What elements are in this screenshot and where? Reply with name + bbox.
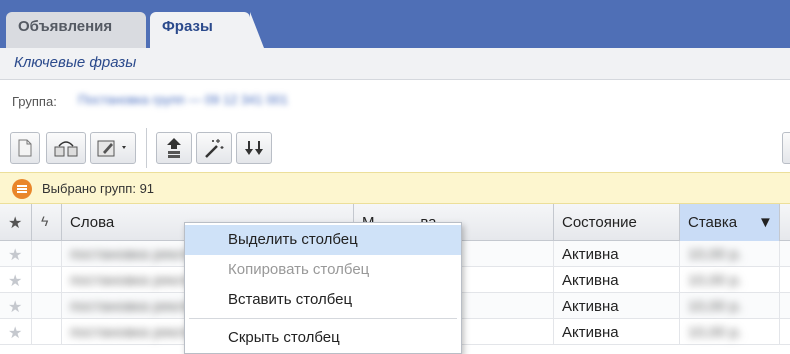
- edit-icon: [97, 140, 126, 157]
- tab-ads[interactable]: Объявления: [6, 12, 146, 48]
- move-down-button[interactable]: [236, 132, 272, 164]
- sort-desc-icon: ▼: [758, 214, 773, 231]
- move-down-icon: [245, 141, 263, 155]
- group-link[interactable]: Постановка групп — 09 12 341 001: [78, 92, 288, 107]
- new-icon: [18, 139, 32, 157]
- menu-copy-column[interactable]: Копировать столбец: [185, 255, 461, 285]
- group-line: Группа: Постановка групп — 09 12 341 001: [0, 80, 790, 124]
- section-header: Ключевые фразы: [0, 48, 790, 80]
- col-bid[interactable]: Ставка ▼: [680, 204, 780, 241]
- col-status[interactable]: Состояние: [554, 204, 680, 241]
- edit-button[interactable]: [90, 132, 136, 164]
- menu-hide-column[interactable]: Скрыть столбец: [185, 323, 461, 353]
- col-lightning[interactable]: ϟ: [32, 204, 62, 241]
- list-icon: [12, 179, 32, 199]
- new-button[interactable]: [10, 132, 40, 164]
- move-up-button[interactable]: [156, 132, 192, 164]
- magic-wand-icon: [205, 139, 224, 158]
- selection-count: Выбрано групп: 91: [42, 181, 155, 196]
- group-label: Группа:: [12, 94, 57, 109]
- lightning-icon: ϟ: [41, 213, 49, 229]
- col-star[interactable]: ★: [0, 204, 32, 241]
- copy-groups-button[interactable]: [46, 132, 86, 164]
- menu-separator: [189, 318, 457, 319]
- toolbar-separator: [146, 128, 147, 168]
- column-context-menu: Выделить столбец Копировать столбец Вста…: [184, 222, 462, 354]
- move-up-icon: [167, 138, 181, 158]
- menu-select-column[interactable]: Выделить столбец: [185, 225, 461, 255]
- menu-paste-column[interactable]: Вставить столбец: [185, 285, 461, 315]
- star-icon: ★: [8, 215, 23, 232]
- magic-wand-button[interactable]: [196, 132, 232, 164]
- tab-bar: Объявления Фразы: [0, 0, 790, 48]
- tab-phrases[interactable]: Фразы: [150, 12, 264, 48]
- copy-groups-icon: [54, 141, 78, 157]
- section-title: Ключевые фразы: [14, 54, 137, 71]
- toolbar: [0, 124, 790, 172]
- toolbar-overflow-button[interactable]: [782, 132, 790, 164]
- selection-notice: Выбрано групп: 91: [0, 172, 790, 204]
